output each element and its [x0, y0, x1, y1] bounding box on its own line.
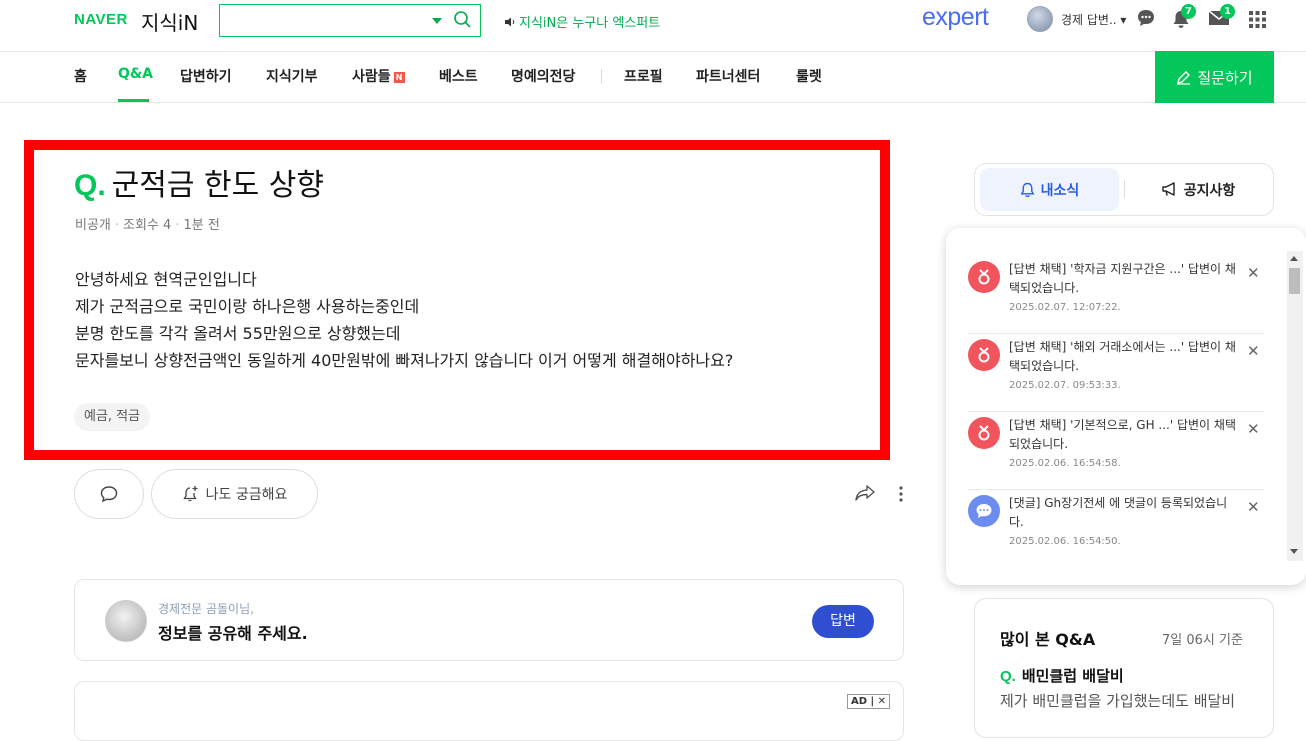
question-tag[interactable]: 예금, 적금: [74, 403, 151, 431]
notification-date: 2025.02.07. 12:07:22.: [1009, 302, 1121, 313]
search-input[interactable]: [226, 9, 422, 33]
adopt-icon: [968, 339, 1000, 371]
tab-my-news[interactable]: 내소식: [980, 168, 1119, 211]
search-options-caret-icon[interactable]: [432, 18, 442, 24]
bell-plus-icon: [182, 486, 198, 502]
notifications-scrollbar[interactable]: [1287, 251, 1303, 561]
nav-active-underline: [118, 99, 149, 102]
post-time: 1분 전: [183, 218, 220, 233]
new-badge: N: [393, 72, 405, 83]
apps-grid-icon[interactable]: [1249, 11, 1266, 28]
adopt-icon: [968, 261, 1000, 293]
nav-home[interactable]: 홈: [74, 66, 87, 86]
popular-title: 많이 본 Q&A: [1000, 630, 1096, 649]
comment-button[interactable]: [74, 469, 144, 519]
nav-answer[interactable]: 답변하기: [180, 66, 232, 86]
curious-button[interactable]: 나도 궁금해요: [151, 469, 318, 519]
notifications-panel: [답변 채택] '학자금 지원구간은 ...' 답변이 채택되었습니다. 202…: [946, 228, 1306, 585]
close-icon[interactable]: ✕: [1247, 420, 1260, 438]
naver-logo[interactable]: NAVER: [74, 11, 128, 28]
notification-item[interactable]: [댓글] Gh장기전세 에 댓글이 등록되었습니다. 2025.02.06. 1…: [968, 490, 1264, 568]
notification-item[interactable]: [답변 채택] '기본적으로, GH ...' 답변이 채택되었습니다. 202…: [968, 412, 1264, 490]
nav-hall-of-fame[interactable]: 명예의전당: [511, 66, 575, 86]
answer-prompt-message: 정보를 공유해 주세요.: [158, 624, 308, 643]
popular-question-body[interactable]: 제가 배민클럽을 가입했는데도 배달비: [1000, 690, 1235, 711]
chat-icon[interactable]: [1136, 8, 1156, 28]
view-count: 조회수 4: [123, 218, 172, 233]
question-meta: 비공개 · 조회수 4 · 1분 전: [75, 218, 220, 233]
scrollbar-thumb[interactable]: [1289, 268, 1300, 294]
notifications-count-badge: 7: [1181, 4, 1196, 19]
notification-item[interactable]: [답변 채택] '학자금 지원구간은 ...' 답변이 채택되었습니다. 202…: [968, 256, 1264, 334]
notification-date: 2025.02.07. 09:53:33.: [1009, 380, 1121, 391]
nav-qna[interactable]: Q&A: [118, 66, 153, 82]
main-nav: 홈 Q&A 답변하기 지식기부 사람들 N 베스트 명예의전당 프로필 파트너센터…: [0, 51, 1306, 103]
close-icon[interactable]: ✕: [1247, 498, 1260, 516]
notification-text: [답변 채택] '기본적으로, GH ...' 답변이 채택되었습니다.: [1009, 418, 1236, 451]
search-icon[interactable]: [453, 10, 473, 30]
ad-badge[interactable]: AD | ✕: [847, 694, 891, 709]
popular-question-title[interactable]: Q. 배민클럽 배달비: [1000, 665, 1124, 686]
nav-best[interactable]: 베스트: [439, 66, 478, 86]
comment-icon: [100, 486, 118, 503]
scroll-down-arrow-icon[interactable]: [1290, 549, 1298, 554]
ad-card: AD | ✕: [74, 681, 904, 741]
question-title: Q. 군적금 한도 상향: [74, 168, 324, 203]
avatar[interactable]: [1027, 6, 1053, 32]
answer-button[interactable]: 답변: [812, 605, 874, 638]
pencil-icon: [1177, 70, 1191, 85]
nav-partner-center[interactable]: 파트너센터: [696, 66, 760, 86]
share-icon[interactable]: [854, 484, 876, 502]
notification-date: 2025.02.06. 16:54:58.: [1009, 458, 1121, 469]
speaker-icon: [505, 17, 515, 27]
promo-text: 지식iN은 누구나 엑스퍼트: [519, 16, 661, 31]
close-icon[interactable]: ✕: [1247, 264, 1260, 282]
nav-people[interactable]: 사람들 N: [352, 66, 405, 86]
tab-divider: [1124, 180, 1125, 198]
expert-logo[interactable]: expert: [922, 3, 989, 32]
answer-prompt-card: 경제전문 곰돌이님, 정보를 공유해 주세요. 답변: [74, 579, 904, 661]
megaphone-icon: [1162, 182, 1175, 196]
popular-date: 7일 06시 기준: [1162, 633, 1243, 648]
notification-text: [답변 채택] '해외 거래소에서는 ...' 답변이 채택되었습니다.: [1009, 340, 1236, 373]
notification-date: 2025.02.06. 16:54:50.: [1009, 536, 1121, 547]
ad-close-icon[interactable]: ✕: [878, 696, 886, 707]
scroll-up-arrow-icon[interactable]: [1290, 256, 1298, 261]
top-bar: NAVER 지식iN 지식iN은 누구나 엑스퍼트 expert 경제 답변..…: [0, 0, 1306, 52]
nav-roulette[interactable]: 룰렛: [796, 66, 822, 86]
popular-qna-card: 많이 본 Q&A 7일 06시 기준 Q. 배민클럽 배달비 제가 배민클럽을 가…: [974, 598, 1274, 738]
nav-divider: [601, 69, 602, 84]
adopt-icon: [968, 417, 1000, 449]
search-box[interactable]: [219, 4, 481, 37]
avatar: [105, 600, 147, 642]
comment-bubble-icon: [968, 495, 1000, 527]
bell-icon: [1020, 182, 1035, 197]
promo-link[interactable]: 지식iN은 누구나 엑스퍼트: [504, 12, 660, 31]
visibility-label: 비공개: [75, 218, 111, 233]
question-body: 안녕하세요 현역군인입니다 제가 군적금으로 국민이랑 하나은행 사용하는중인데…: [75, 270, 734, 370]
nav-profile[interactable]: 프로필: [624, 66, 663, 86]
q-mark: Q.: [74, 169, 106, 202]
ask-question-button[interactable]: 질문하기: [1155, 51, 1274, 103]
tab-notice[interactable]: 공지사항: [1126, 168, 1270, 211]
more-options-icon[interactable]: [896, 485, 906, 503]
notification-item[interactable]: [답변 채택] '해외 거래소에서는 ...' 답변이 채택되었습니다. 202…: [968, 334, 1264, 412]
notification-text: [댓글] Gh장기전세 에 댓글이 등록되었습니다.: [1009, 496, 1228, 529]
close-icon[interactable]: ✕: [1247, 342, 1260, 360]
nav-donate[interactable]: 지식기부: [266, 66, 318, 86]
mail-count-badge: 1: [1220, 4, 1235, 19]
user-name[interactable]: 경제 답변.. ▾: [1061, 11, 1126, 28]
jisikin-logo[interactable]: 지식iN: [141, 7, 198, 36]
answerer-greeting: 경제전문 곰돌이님,: [158, 602, 254, 616]
notification-text: [답변 채택] '학자금 지원구간은 ...' 답변이 채택되었습니다.: [1009, 262, 1236, 295]
sidebar-tabs: 내소식 공지사항: [974, 163, 1274, 216]
